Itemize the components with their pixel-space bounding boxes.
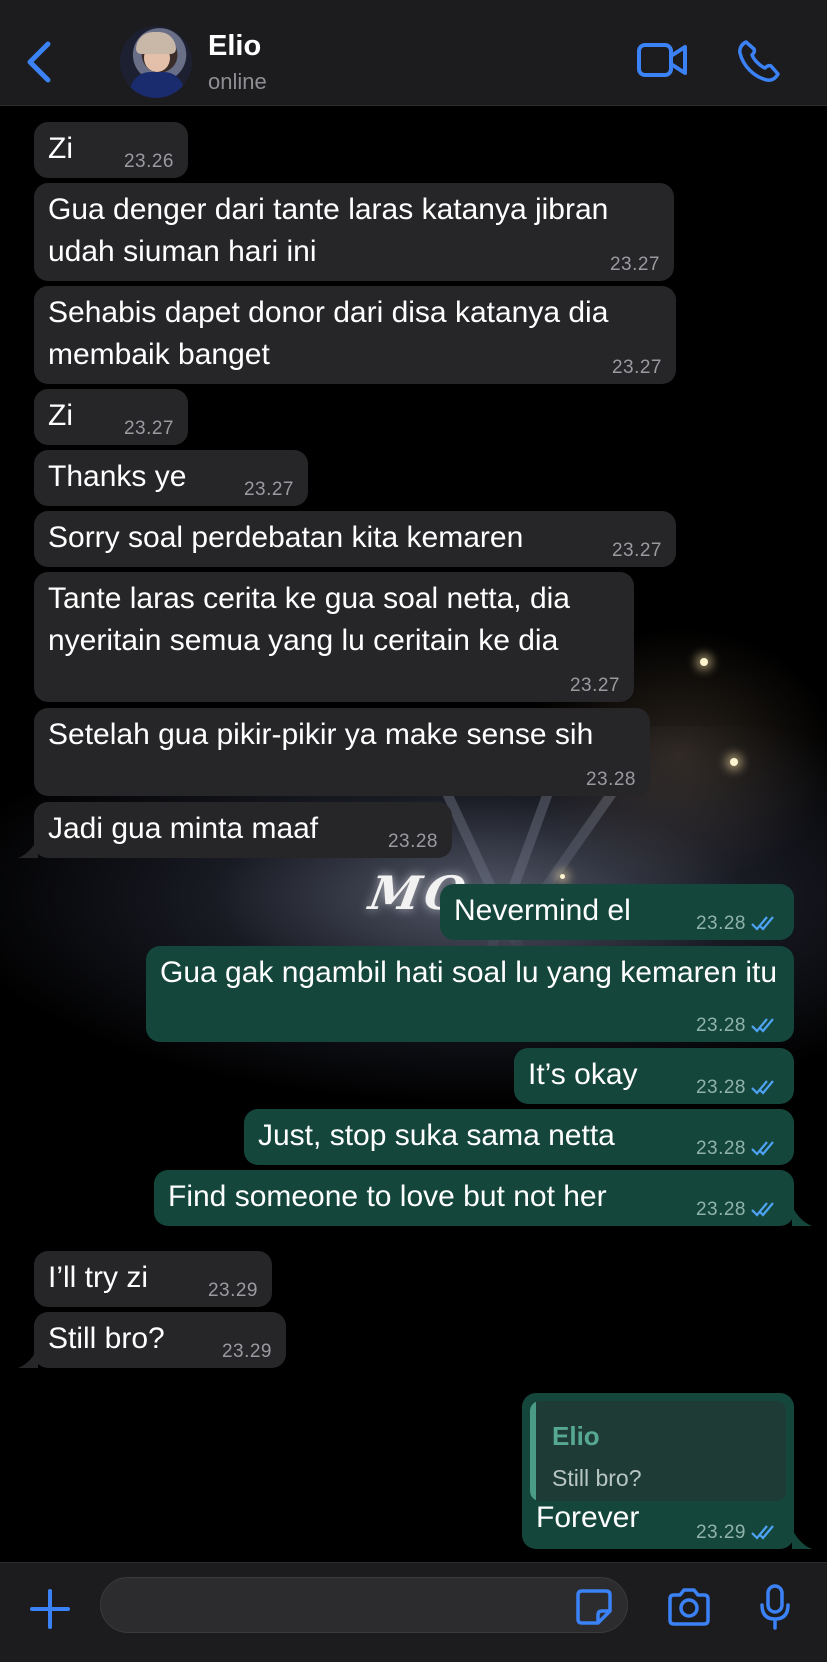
message-meta: 23.28: [696, 914, 780, 934]
composer-bar: [0, 1562, 827, 1662]
camera-icon[interactable]: [666, 1587, 712, 1627]
message-time: 23.29: [207, 1280, 258, 1301]
message-time: 23.27: [123, 418, 174, 439]
message-bubble-outgoing[interactable]: Just, stop suka sama netta 23.28: [244, 1109, 794, 1165]
message-text: It’s okay: [528, 1058, 638, 1091]
message-meta: 23.28: [696, 1200, 780, 1220]
contact-status: online: [208, 69, 267, 94]
stage-light: [700, 658, 708, 666]
message-time: 23.27: [611, 357, 662, 378]
message-bubble-incoming[interactable]: Thanks ye 23.27: [34, 450, 308, 506]
message-text: Zi: [48, 399, 73, 432]
contact-name[interactable]: Elio: [208, 30, 261, 63]
phone-icon[interactable]: [736, 38, 782, 84]
message-input[interactable]: [100, 1577, 628, 1633]
message-meta: 23.28: [696, 1078, 780, 1098]
message-time: 23.27: [569, 675, 620, 696]
message-time: 23.27: [609, 254, 660, 275]
message-time: 23.28: [695, 1077, 746, 1098]
message-bubble-incoming[interactable]: Zi 23.26: [34, 122, 188, 178]
message-text: Jadi gua minta maaf: [48, 812, 319, 845]
message-time: 23.28: [387, 831, 438, 852]
message-text: I’ll try zi: [48, 1261, 148, 1294]
message-time: 23.28: [695, 1015, 746, 1036]
message-bubble-incoming[interactable]: Sehabis dapet donor dari disa katanya di…: [34, 286, 676, 384]
message-meta: 23.28: [696, 1139, 780, 1159]
message-text: Thanks ye: [48, 460, 187, 493]
message-bubble-outgoing[interactable]: Find someone to love but not her 23.28: [154, 1170, 794, 1226]
plus-icon[interactable]: [28, 1587, 72, 1631]
message-bubble-outgoing[interactable]: Nevermind el 23.28: [440, 884, 794, 940]
bubble-tail: [792, 1529, 812, 1549]
message-bubble-incoming[interactable]: Jadi gua minta maaf 23.28: [34, 802, 452, 858]
video-camera-icon[interactable]: [636, 40, 688, 80]
message-bubble-incoming[interactable]: Zi 23.27: [34, 389, 188, 445]
message-text: Zi: [48, 132, 73, 165]
message-time: 23.26: [123, 151, 174, 172]
double-check-icon: [751, 1080, 774, 1095]
message-text: Just, stop suka sama netta: [258, 1119, 615, 1152]
message-bubble-incoming[interactable]: Tante laras cerita ke gua soal netta, di…: [34, 572, 634, 702]
message-text: Tante laras cerita ke gua soal netta, di…: [48, 582, 579, 657]
bubble-tail: [18, 1348, 38, 1368]
bubble-tail: [18, 838, 38, 858]
stage-light: [560, 874, 565, 879]
double-check-icon: [751, 916, 774, 931]
message-meta: 23.28: [696, 1016, 780, 1036]
message-time: 23.29: [695, 1522, 746, 1543]
message-time: 23.28: [695, 913, 746, 934]
message-bubble-outgoing[interactable]: It’s okay 23.28: [514, 1048, 794, 1104]
message-text: Forever: [536, 1501, 640, 1534]
message-time: 23.28: [695, 1199, 746, 1220]
message-text: Find someone to love but not her: [168, 1180, 607, 1213]
message-text: Sehabis dapet donor dari disa katanya di…: [48, 296, 617, 371]
double-check-icon: [751, 1018, 774, 1033]
message-time: 23.27: [611, 540, 662, 561]
message-text: Still bro?: [48, 1322, 165, 1355]
message-text: Sorry soal perdebatan kita kemaren: [48, 521, 524, 554]
message-bubble-incoming[interactable]: I’ll try zi 23.29: [34, 1251, 272, 1307]
message-text: Nevermind el: [454, 894, 631, 927]
quoted-reply[interactable]: Elio Still bro?: [530, 1401, 786, 1501]
quoted-text: Still bro?: [552, 1465, 642, 1491]
message-time: 23.28: [585, 769, 636, 790]
message-time: 23.29: [221, 1341, 272, 1362]
bubble-tail: [792, 1206, 812, 1226]
message-bubble-incoming[interactable]: Still bro? 23.29: [34, 1312, 286, 1368]
chat-header: Elio online: [0, 0, 827, 106]
microphone-icon[interactable]: [758, 1583, 792, 1631]
chevron-left-icon[interactable]: [22, 40, 56, 84]
message-bubble-incoming[interactable]: Setelah gua pikir-pikir ya make sense si…: [34, 708, 650, 796]
message-bubble-outgoing[interactable]: Gua gak ngambil hati soal lu yang kemare…: [146, 946, 794, 1042]
message-text: Gua denger dari tante laras katanya jibr…: [48, 193, 617, 268]
double-check-icon: [751, 1141, 774, 1156]
message-meta: 23.29: [696, 1523, 780, 1543]
message-time: 23.27: [243, 479, 294, 500]
message-bubble-outgoing[interactable]: Elio Still bro? Forever 23.29: [522, 1393, 794, 1549]
message-time: 23.28: [695, 1138, 746, 1159]
message-text: Gua gak ngambil hati soal lu yang kemare…: [160, 956, 778, 989]
double-check-icon: [751, 1525, 774, 1540]
avatar[interactable]: [120, 26, 192, 98]
sticker-icon[interactable]: [574, 1587, 614, 1627]
quoted-sender: Elio: [552, 1421, 600, 1451]
message-bubble-incoming[interactable]: Sorry soal perdebatan kita kemaren 23.27: [34, 511, 676, 567]
double-check-icon: [751, 1202, 774, 1217]
stage-light: [730, 758, 738, 766]
message-text: Setelah gua pikir-pikir ya make sense si…: [48, 718, 594, 751]
quote-bar: [530, 1401, 536, 1501]
message-bubble-incoming[interactable]: Gua denger dari tante laras katanya jibr…: [34, 183, 674, 281]
